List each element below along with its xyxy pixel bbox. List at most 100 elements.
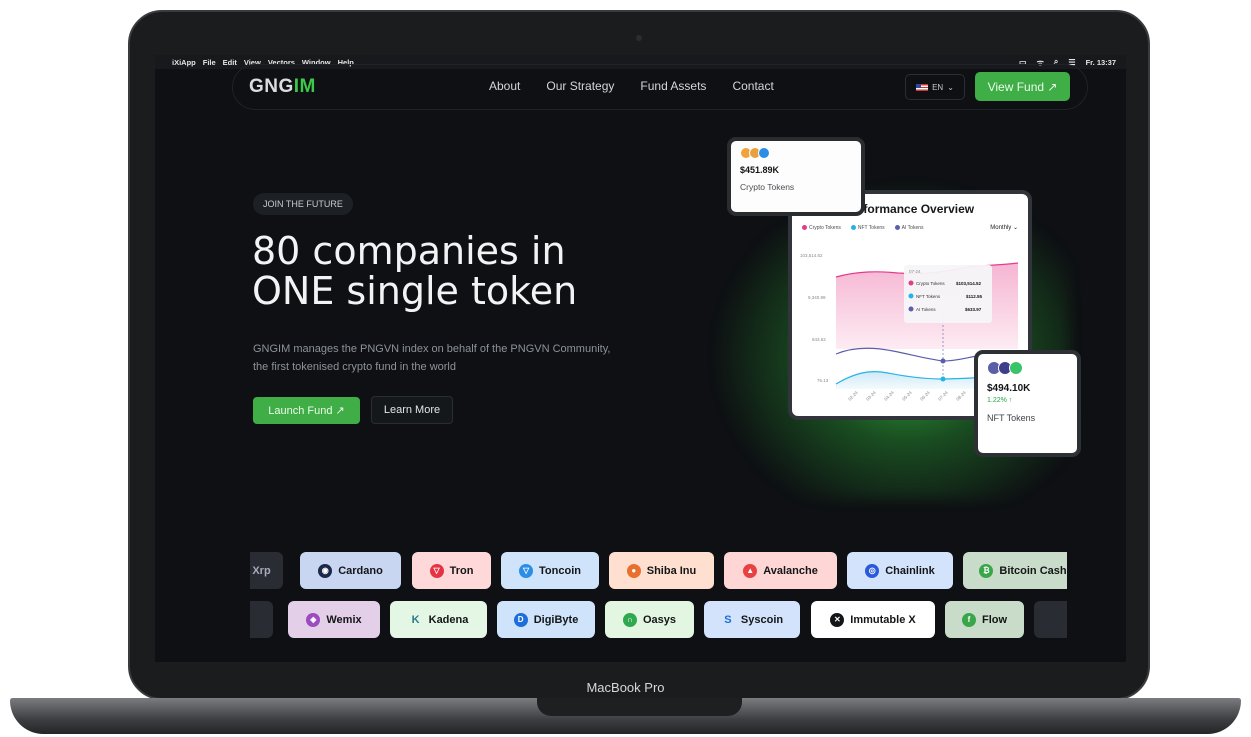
oasys-icon: ∩ (622, 612, 637, 627)
language-label: EN (932, 82, 944, 92)
token-chip-toncoin[interactable]: ▽ Toncoin (501, 552, 599, 589)
us-flag-icon (916, 83, 929, 91)
token-chip-immutable-x[interactable]: ✕ Immutable X (811, 601, 935, 638)
toncoin-icon (758, 147, 770, 159)
nft-point (940, 376, 946, 382)
nav-links: About Our Strategy Fund Assets Contact (489, 79, 774, 93)
token-chip-tron[interactable]: ▽ Tron (412, 552, 491, 589)
chainlink-icon: ◎ (865, 563, 880, 578)
tron-icon: ▽ (429, 563, 444, 578)
tooltip-row1-name: Crypto Tokens (916, 281, 945, 286)
menubar-clock[interactable]: Fr. 13:37 (1086, 58, 1116, 67)
y-tick-2: 843.62 (812, 337, 826, 342)
token-row-2: ◈ Wemix K Kadena D DigiByte ∩ Oasys S Syscoin… (250, 601, 1067, 639)
crypto-value: $451.89K (740, 165, 780, 175)
token-chip-bitcoin-cash[interactable]: ₿ Bitcoin Cash (963, 552, 1067, 589)
crypto-label: Crypto Tokens (740, 182, 795, 192)
y-tick-0: 103,514.52 (800, 253, 823, 258)
nav-our-strategy[interactable]: Our Strategy (546, 79, 614, 93)
cardano-icon: ◉ (318, 563, 333, 578)
screen: iXiApp File Edit View Vectors Window Hel… (155, 55, 1126, 662)
immutable-x-icon: ✕ (830, 612, 845, 627)
device-label: MacBook Pro (586, 680, 665, 695)
token-chip-partial-right[interactable] (1034, 601, 1067, 638)
chart-legend: Crypto Tokens NFT Tokens AI Tokens Month… (802, 224, 1018, 231)
top-nav: GNGIM About Our Strategy Fund Assets Con… (232, 64, 1088, 110)
hero-headline: 80 companies in ONE single token (252, 231, 672, 311)
hero-badge: JOIN THE FUTURE (253, 193, 353, 215)
camera (636, 35, 642, 41)
token-chip-avalanche[interactable]: ▲ Avalanche (724, 552, 837, 589)
x-tick-3: 05-24 (901, 390, 913, 402)
tooltip-row3-name: AI Tokens (916, 307, 936, 312)
tooltip-row2-value: $112.55 (966, 294, 983, 299)
token-chip-oasys[interactable]: ∩ Oasys (605, 601, 694, 638)
x-tick-6: 08-24 (955, 390, 967, 402)
menu-edit[interactable]: Edit (223, 58, 237, 67)
token-chip-wemix[interactable]: ◈ Wemix (288, 601, 380, 638)
nft-label: NFT Tokens (987, 413, 1036, 423)
x-tick-0: 02-24 (847, 390, 859, 402)
language-selector[interactable]: EN ⌄ (905, 74, 965, 100)
logo[interactable]: GNGIM (249, 76, 316, 98)
legend-crypto: Crypto Tokens (802, 225, 841, 231)
digibyte-icon: D (513, 612, 528, 627)
nft-value: $494.10K (987, 383, 1031, 394)
token-row-1: Xrp ◉ Cardano ▽ Tron ▽ Toncoin ● Shiba Inu ▲… (250, 552, 1067, 590)
kadena-icon: K (411, 613, 420, 626)
avalanche-icon: ▲ (743, 563, 758, 578)
tooltip-row2-name: NFT Tokens (916, 294, 941, 299)
crypto-tokens-card: $451.89K Crypto Tokens (727, 137, 865, 216)
x-tick-4: 06-24 (919, 390, 931, 402)
logo-accent: IM (293, 76, 316, 97)
nav-fund-assets[interactable]: Fund Assets (640, 79, 706, 93)
hero-subtext: GNGIM manages the PNGVN index on behalf … (253, 343, 611, 373)
x-tick-5: 07-24 (937, 390, 949, 402)
nft-coin3-icon (1009, 361, 1023, 375)
logo-main: GNG (249, 76, 294, 97)
launch-fund-button[interactable]: Launch Fund ↗ (253, 397, 360, 424)
bitcoin-cash-icon: ₿ (979, 563, 994, 578)
token-chip-digibyte[interactable]: D DigiByte (497, 601, 595, 638)
chip-fade-right (1076, 545, 1126, 645)
laptop-notch (537, 698, 742, 716)
legend-ai: AI Tokens (894, 225, 924, 231)
learn-more-button[interactable]: Learn More (371, 396, 453, 424)
period-dropdown[interactable]: Monthly ⌄ (990, 224, 1018, 231)
token-chip-kadena[interactable]: K Kadena (390, 601, 487, 638)
nav-about[interactable]: About (489, 79, 520, 93)
wemix-icon: ◈ (306, 612, 321, 627)
coin-icons (740, 147, 852, 159)
nft-coin-icons (987, 361, 1068, 375)
y-tick-1: 9,340.99 (808, 295, 826, 300)
nft-change: 1.22% ↑ (987, 397, 1013, 404)
headline-line1: 80 companies in (252, 229, 566, 273)
tooltip-date: 07-24 (909, 269, 921, 274)
x-tick-1: 03-24 (865, 390, 877, 402)
token-chip-chainlink[interactable]: ◎ Chainlink (847, 552, 953, 589)
token-chip-flow[interactable]: f Flow (945, 601, 1024, 638)
ai-point (940, 358, 946, 364)
token-chip-syscoin[interactable]: S Syscoin (704, 601, 800, 638)
token-chip-cardano[interactable]: ◉ Cardano (300, 552, 401, 589)
menubar-app[interactable]: iXiApp (172, 58, 196, 67)
tooltip-row1-value: $103,514.52 (956, 281, 982, 286)
legend-nft: NFT Tokens (850, 225, 885, 231)
menu-file[interactable]: File (203, 58, 216, 67)
chevron-down-icon: ⌄ (947, 82, 954, 92)
headline-line2: ONE single token (252, 269, 578, 313)
y-tick-3: 76.13 (817, 378, 829, 383)
token-chip-xrp[interactable]: Xrp (250, 552, 283, 589)
toncoin-icon: ▽ (519, 563, 534, 578)
chip-fade-left (155, 545, 205, 645)
view-fund-button[interactable]: View Fund ↗ (975, 72, 1070, 101)
syscoin-icon: S (724, 613, 732, 626)
x-tick-2: 04-24 (883, 390, 895, 402)
flow-icon: f (961, 612, 976, 627)
tooltip-row3-value: $633.97 (965, 307, 982, 312)
nav-contact[interactable]: Contact (732, 79, 773, 93)
token-chip-partial-left[interactable] (250, 601, 273, 638)
shiba-inu-icon: ● (626, 563, 641, 578)
nft-tokens-card: $494.10K 1.22% ↑ NFT Tokens (974, 350, 1081, 457)
token-chip-shiba-inu[interactable]: ● Shiba Inu (609, 552, 714, 589)
